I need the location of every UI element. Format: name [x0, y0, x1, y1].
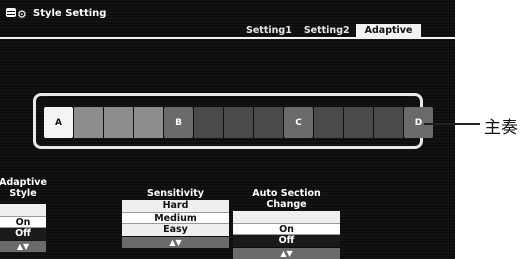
sensitivity-option-medium[interactable]: Medium — [122, 212, 229, 224]
page-title: Style Setting — [33, 7, 107, 19]
section-step — [314, 107, 343, 138]
section-step — [374, 107, 403, 138]
auto-section-change-option-off[interactable]: Off — [233, 235, 340, 247]
section-step — [254, 107, 283, 138]
auto-section-change-label: Auto Section Change — [252, 188, 321, 210]
auto-section-change-column: Auto Section Change On Off ▲▼ — [233, 188, 340, 259]
tab-bar: Setting1 Setting2 Adaptive — [240, 24, 422, 37]
section-c[interactable]: C — [284, 107, 313, 138]
sensitivity-label: Sensitivity — [147, 188, 204, 199]
section-b[interactable]: B — [164, 107, 193, 138]
section-step — [74, 107, 103, 138]
title-bar: ⚙ Style Setting — [6, 6, 106, 20]
section-step — [104, 107, 133, 138]
section-a[interactable]: A — [44, 107, 73, 138]
display-screen: ⚙ Style Setting Setting1 Setting2 Adapti… — [0, 0, 455, 259]
adaptive-style-arrows[interactable]: ▲▼ — [0, 241, 46, 252]
auto-section-change-arrows[interactable]: ▲▼ — [233, 248, 340, 259]
adaptive-style-option-on[interactable]: On — [0, 216, 46, 228]
section-step — [194, 107, 223, 138]
section-step — [224, 107, 253, 138]
sensitivity-column: Sensitivity Hard Medium Easy ▲▼ — [122, 188, 229, 248]
style-setting-icon: ⚙ — [6, 6, 28, 20]
sensitivity-option-hard[interactable]: Hard — [122, 200, 229, 212]
auto-section-change-option-blank — [233, 211, 340, 223]
auto-section-change-option-on[interactable]: On — [233, 223, 340, 235]
tab-adaptive[interactable]: Adaptive — [355, 24, 422, 37]
section-step — [344, 107, 373, 138]
sensitivity-option-easy[interactable]: Easy — [122, 224, 229, 236]
sensitivity-arrows[interactable]: ▲▼ — [122, 237, 229, 248]
callout-line — [424, 123, 480, 125]
adaptive-style-label: Adaptive Style — [0, 177, 47, 199]
tab-setting1[interactable]: Setting1 — [240, 24, 298, 37]
tab-underline — [0, 37, 455, 39]
adaptive-style-column: Adaptive Style On Off ▲▼ — [0, 177, 47, 252]
section-step — [134, 107, 163, 138]
tab-setting2[interactable]: Setting2 — [298, 24, 356, 37]
callout-label: 主奏 — [484, 118, 518, 138]
adaptive-style-option-off[interactable]: Off — [0, 228, 46, 240]
section-track: A B C D — [44, 107, 434, 138]
adaptive-style-option-blank — [0, 204, 46, 216]
